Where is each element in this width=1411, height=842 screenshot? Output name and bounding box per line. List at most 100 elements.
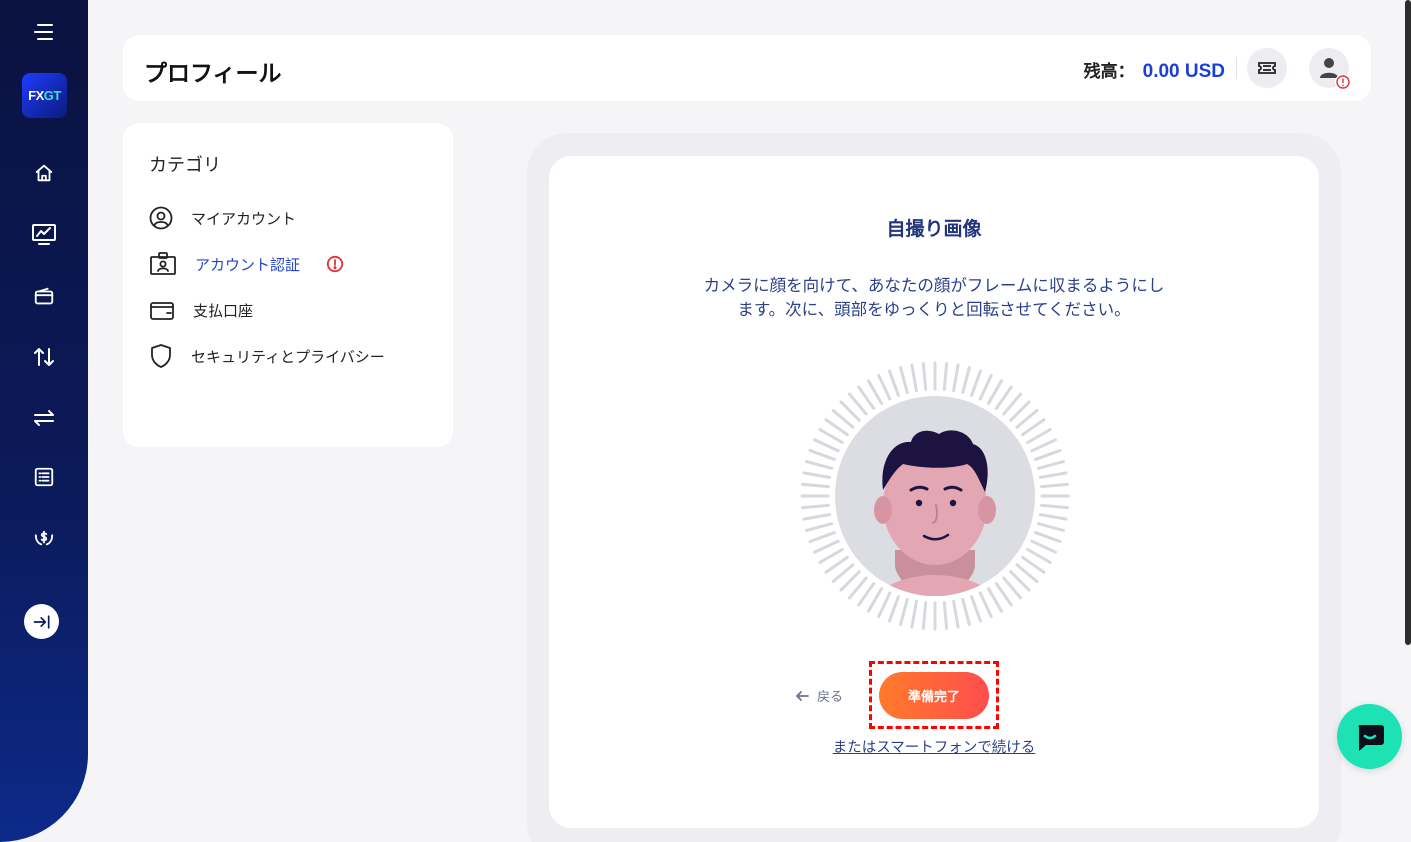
balance-display: 残高： 0.00 USD (1084, 57, 1225, 83)
scan-tick (818, 428, 844, 444)
scan-tick (942, 601, 949, 630)
scan-tick (1021, 418, 1046, 437)
scan-tick (899, 597, 909, 626)
warning-icon (326, 255, 344, 273)
fxgt-logo[interactable]: FX GT (22, 73, 67, 118)
selfie-description-line-2: ます。次に、頭部をゆっくりと回転させてください。 (737, 300, 1131, 319)
selfie-description-line-1: カメラに顔を向けて、あなたの顔がフレームに収まるようにし (703, 276, 1165, 295)
chat-bubble-icon (1358, 724, 1384, 751)
scan-tick (1030, 438, 1058, 453)
scan-tick (805, 522, 834, 532)
scan-tick (899, 366, 909, 395)
scan-tick (812, 438, 840, 453)
chart-icon[interactable] (24, 214, 64, 254)
ticket-button[interactable] (1247, 48, 1287, 88)
category-item-label: 支払口座 (193, 301, 254, 320)
scan-tick (1021, 555, 1046, 574)
category-item-payment-accounts[interactable]: 支払口座 (149, 296, 253, 324)
page-header: プロフィール 残高： 0.00 USD (123, 35, 1371, 101)
scan-tick (801, 503, 830, 510)
category-item-label: マイアカウント (191, 209, 297, 228)
scan-tick (867, 587, 883, 613)
scan-tick (910, 363, 918, 393)
scan-tick (1026, 428, 1052, 444)
face-illustration (799, 360, 1071, 632)
scan-tick (802, 513, 832, 521)
scan-tick (1030, 539, 1058, 554)
scan-tick (994, 385, 1013, 410)
scan-tick (970, 595, 982, 623)
scan-tick (1036, 460, 1065, 470)
scan-tick (978, 591, 993, 619)
scan-tick (987, 379, 1003, 405)
scan-tick (867, 379, 883, 405)
continue-on-smartphone-link[interactable]: またはスマートフォンで続ける (549, 736, 1319, 757)
scan-tick (1038, 471, 1068, 479)
scan-tick (808, 531, 836, 543)
scrollbar[interactable] (1405, 0, 1411, 645)
scan-tick (1034, 449, 1062, 461)
category-item-my-account[interactable]: マイアカウント (149, 204, 296, 232)
exchange-icon[interactable] (24, 398, 64, 438)
selfie-title: 自撮り画像 (886, 218, 982, 240)
scan-tick (961, 366, 971, 395)
expand-sidebar-button[interactable] (24, 604, 59, 639)
scan-tick (877, 591, 892, 619)
transfer-vertical-icon[interactable] (24, 337, 64, 377)
scan-tick (921, 362, 928, 391)
scan-tick (1034, 531, 1062, 543)
shield-icon (151, 344, 171, 368)
scan-tick (888, 595, 900, 623)
scan-tick (1038, 513, 1068, 521)
selfie-panel: 自撮り画像 カメラに顔を向けて、あなたの顔がフレームに収まるようにし ます。次に… (549, 156, 1319, 828)
logo-text-gt: GT (43, 88, 62, 103)
sidebar: FX GT (0, 0, 88, 842)
category-item-security-privacy[interactable]: セキュリティとプライバシー (149, 342, 385, 370)
scan-tick (994, 582, 1013, 607)
user-avatar-button[interactable] (1309, 48, 1351, 90)
id-card-icon (150, 252, 176, 275)
ready-button[interactable]: 準備完了 (879, 672, 989, 719)
scan-tick (910, 599, 918, 629)
scan-tick (970, 369, 982, 397)
scan-tick (812, 539, 840, 554)
arrow-right-to-bar-icon (33, 614, 50, 629)
wallet-icon[interactable] (24, 277, 64, 317)
scan-tick (818, 548, 844, 564)
category-item-label: セキュリティとプライバシー (191, 347, 385, 366)
logo-text-fx: FX (28, 88, 44, 103)
page-title: プロフィール (144, 61, 282, 87)
ticket-icon (1258, 62, 1276, 74)
scan-tick (877, 373, 892, 401)
list-icon[interactable] (24, 457, 64, 497)
user-circle-icon (149, 206, 173, 230)
scan-tick (857, 385, 876, 410)
back-label: 戻る (817, 690, 844, 705)
chat-button[interactable] (1337, 704, 1402, 769)
home-icon[interactable] (24, 153, 64, 193)
scan-tick (808, 449, 836, 461)
alert-icon (1335, 74, 1351, 90)
selfie-description: カメラに顔を向けて、あなたの顔がフレームに収まるようにし ます。次に、頭部をゆっ… (684, 274, 1184, 322)
category-item-account-verification[interactable]: アカウント認証 (149, 250, 344, 278)
hand-money-icon[interactable] (24, 518, 64, 558)
header-divider (1236, 57, 1237, 79)
menu-icon[interactable] (24, 12, 64, 52)
scan-tick (1026, 548, 1052, 564)
category-title: カテゴリ (149, 155, 221, 176)
scan-tick (1040, 503, 1069, 510)
arrow-left-icon (796, 690, 809, 701)
back-link[interactable]: 戻る (795, 686, 843, 705)
scan-tick (921, 601, 928, 630)
scan-tick (987, 587, 1003, 613)
scan-tick (805, 460, 834, 470)
scan-tick (857, 582, 876, 607)
balance-value: 0.00 USD (1142, 61, 1225, 82)
scan-tick (961, 597, 971, 626)
scan-tick (802, 471, 832, 479)
scan-tick (824, 555, 849, 574)
scan-tick (801, 482, 830, 489)
scan-tick (1036, 522, 1065, 532)
scan-tick (952, 599, 960, 629)
category-item-label: アカウント認証 (195, 255, 301, 274)
